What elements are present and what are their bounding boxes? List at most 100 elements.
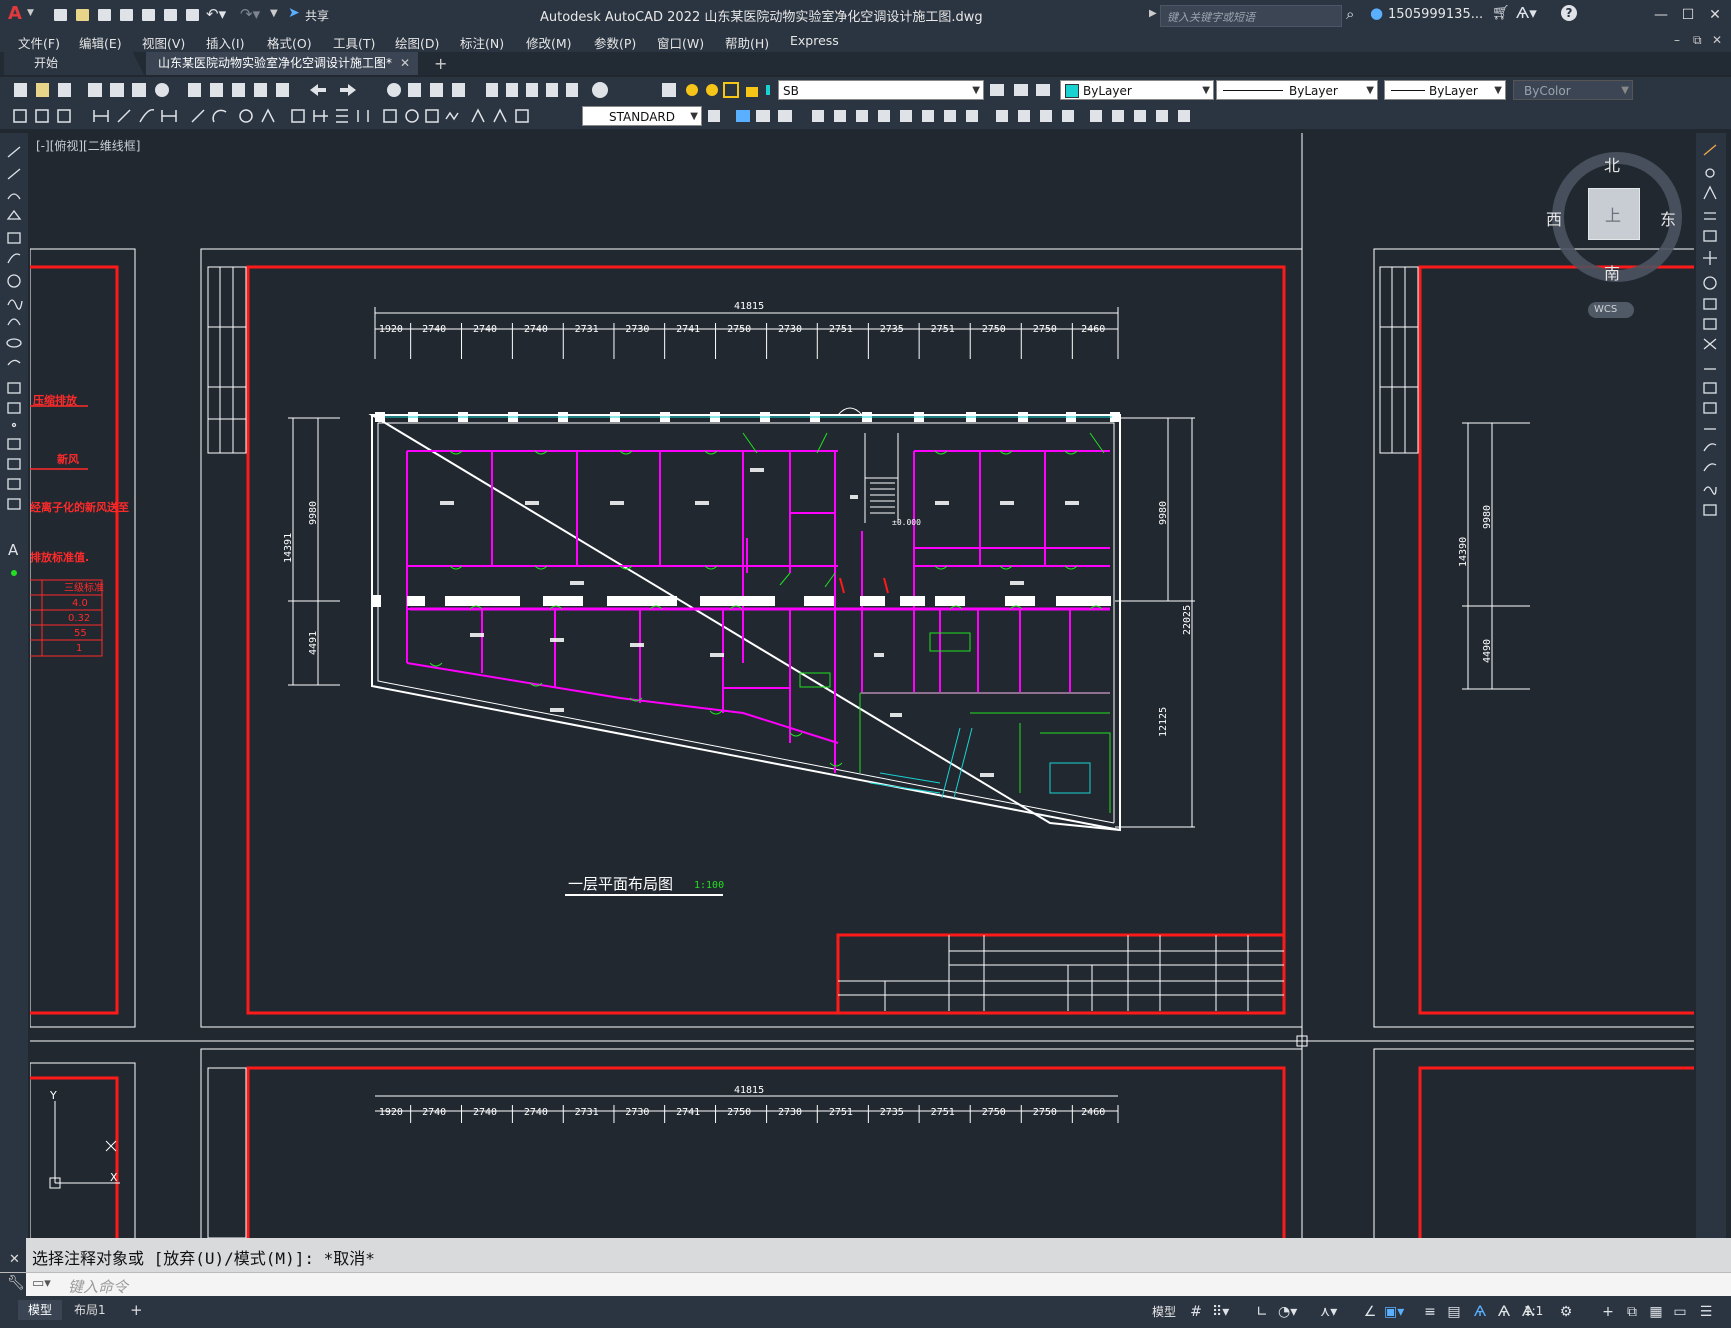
svg-text:X: X <box>110 1171 118 1184</box>
menu-format[interactable]: 格式(O) <box>267 33 312 52</box>
annotation-visibility-icon[interactable]: Ѧ <box>1472 1304 1488 1320</box>
menu-draw[interactable]: 绘图(D) <box>395 33 439 52</box>
linetype-dropdown[interactable]: ByLayer ▼ <box>1216 80 1378 100</box>
units-icon[interactable]: ⧉ <box>1624 1304 1640 1320</box>
autodesk-app-icon[interactable]: Ѧ▾ <box>1516 4 1537 22</box>
tab-model-label: 模型 <box>28 1303 53 1317</box>
plot-icon[interactable] <box>184 7 202 23</box>
modify-toolbar-icons[interactable] <box>706 107 1216 125</box>
menu-modify[interactable]: 修改(M) <box>526 33 572 52</box>
menu-parametric[interactable]: 参数(P) <box>594 33 636 52</box>
help-icon[interactable]: ? <box>1561 5 1577 21</box>
layer-state-icons[interactable] <box>984 81 1058 99</box>
save-icon[interactable] <box>96 7 114 23</box>
cart-icon[interactable]: 🛒︎ <box>1492 5 1510 21</box>
search-input[interactable]: 键入关键字或短语 <box>1160 5 1342 27</box>
menu-help[interactable]: 帮助(H) <box>725 33 769 52</box>
viewcube-north[interactable]: 北 <box>1604 152 1620 176</box>
redo-icon[interactable]: ↷▾ <box>240 5 260 23</box>
save-as-icon[interactable] <box>118 7 136 23</box>
new-file-icon[interactable] <box>52 7 70 23</box>
doc-close-button[interactable]: ✕ <box>1712 33 1722 47</box>
plotstyle-dropdown[interactable]: ByColor ▼ <box>1513 80 1633 100</box>
menu-file[interactable]: 文件(F) <box>18 33 60 52</box>
menu-view[interactable]: 视图(V) <box>142 33 185 52</box>
transparency-icon[interactable]: ▤ <box>1446 1304 1462 1320</box>
doc-minimize-button[interactable]: – <box>1674 33 1680 47</box>
model-space-button[interactable]: 模型 <box>1152 1303 1176 1320</box>
menu-window[interactable]: 窗口(W) <box>657 33 704 52</box>
menu-tools[interactable]: 工具(T) <box>333 33 375 52</box>
viewport-controls[interactable]: [-][俯视][二维线框] <box>36 137 140 154</box>
workspace-gear-icon[interactable]: ⚙ <box>1558 1304 1574 1320</box>
snap-icon[interactable]: ⠿▾ <box>1212 1304 1229 1320</box>
annotation-scale-value[interactable]: 1:1 <box>1524 1304 1543 1318</box>
tab-layout1[interactable]: 布局1 <box>64 1300 116 1320</box>
lineweight-icon[interactable]: ≡ <box>1422 1304 1438 1320</box>
open-web-icon[interactable] <box>140 7 158 23</box>
dimension-toolbar-icons[interactable] <box>10 107 575 125</box>
polar-icon[interactable]: ◔▾ <box>1278 1304 1297 1320</box>
add-tab-button[interactable]: + <box>434 52 447 75</box>
app-menu-arrow-icon[interactable]: ▼ <box>27 8 34 18</box>
close-command-icon[interactable]: ✕ <box>9 1252 20 1267</box>
textstyle-dropdown[interactable]: STANDARD ▼ <box>582 106 702 126</box>
isodraft-icon[interactable]: ⋏▾ <box>1320 1304 1337 1320</box>
maximize-button[interactable]: ☐ <box>1677 5 1699 25</box>
drawing-canvas[interactable]: .w{stroke:#ffffff;fill:none;stroke-width… <box>30 133 1694 1238</box>
draw-toolbar-icons[interactable]: A <box>0 133 28 583</box>
top-dim-5: 2730 <box>625 324 649 335</box>
menu-express[interactable]: Express <box>790 33 839 48</box>
annotation-monitor-icon[interactable]: + <box>1600 1304 1616 1320</box>
isolate-objects-icon[interactable]: ▭ <box>1672 1304 1688 1320</box>
autocad-logo[interactable]: A <box>8 3 22 24</box>
standard-toolbar-icons[interactable] <box>10 81 630 99</box>
layer-toolbar-icons[interactable] <box>660 81 770 99</box>
customize-wrench-icon[interactable]: 🔧︎ <box>7 1275 25 1291</box>
window-title: Autodesk AutoCAD 2022 山东某医院动物实验室净化空调设计施工… <box>540 10 983 25</box>
layer-dropdown[interactable]: SB ▼ <box>778 80 984 100</box>
color-dropdown[interactable]: ByLayer ▼ <box>1060 80 1214 100</box>
grid-icon[interactable]: # <box>1188 1304 1204 1320</box>
share-button[interactable]: 共享 <box>305 7 329 24</box>
viewcube-west[interactable]: 西 <box>1546 206 1562 230</box>
menu-edit[interactable]: 编辑(E) <box>79 33 122 52</box>
viewcube-south[interactable]: 南 <box>1604 260 1620 284</box>
save-web-icon[interactable] <box>162 7 180 23</box>
auto-scale-icon[interactable]: Ѧ <box>1496 1304 1512 1320</box>
search-icon[interactable]: ⌕ <box>1346 5 1354 23</box>
tab-start[interactable]: 开始 <box>4 52 144 75</box>
viewcube[interactable]: 上 北 南 西 东 <box>1546 152 1682 283</box>
customization-menu-icon[interactable]: ☰ <box>1698 1304 1714 1320</box>
lower-dim-9: 2751 <box>829 1107 853 1118</box>
color-swatch <box>1065 84 1079 98</box>
tab-model[interactable]: 模型 <box>18 1300 63 1320</box>
right-dim-lower: 12125 <box>1158 707 1169 737</box>
wcs-menu-button[interactable]: WCS <box>1588 302 1634 318</box>
ortho-icon[interactable]: ∟ <box>1254 1304 1270 1320</box>
user-name[interactable]: 1505999135... <box>1388 7 1483 22</box>
doc-restore-button[interactable]: ⧉ <box>1693 33 1702 48</box>
plotstyle-value: ByColor <box>1524 84 1571 98</box>
add-layout-button[interactable]: + <box>120 1300 153 1320</box>
tab-close-icon[interactable]: ✕ <box>400 52 410 75</box>
quick-properties-icon[interactable]: ▦ <box>1648 1304 1664 1320</box>
lineweight-dropdown[interactable]: ByLayer ▼ <box>1384 80 1506 100</box>
tab-active-drawing[interactable]: 山东某医院动物实验室净化空调设计施工图* ✕ <box>146 52 418 75</box>
modify-toolbar-icons-side[interactable] <box>1696 133 1726 533</box>
customize-arrow-icon[interactable]: ▼ <box>270 8 278 19</box>
open-file-icon[interactable] <box>74 7 92 23</box>
osnap-track-icon[interactable]: ∠ <box>1362 1304 1378 1320</box>
undo-icon[interactable]: ↶▾ <box>206 5 226 23</box>
search-expand-icon[interactable]: ▶ <box>1149 8 1157 19</box>
share-icon[interactable]: ➤ <box>288 5 300 21</box>
osnap-icon[interactable]: ▣▾ <box>1384 1304 1404 1320</box>
viewcube-east[interactable]: 东 <box>1660 206 1676 230</box>
user-icon[interactable]: ● <box>1370 4 1383 22</box>
minimize-button[interactable]: — <box>1650 5 1672 25</box>
menu-insert[interactable]: 插入(I) <box>206 33 244 52</box>
command-input[interactable]: 🔧︎ ▭▾ 键入命令 <box>0 1272 1731 1297</box>
close-button[interactable]: ✕ <box>1704 5 1726 25</box>
menu-dimension[interactable]: 标注(N) <box>460 33 504 52</box>
recent-commands-icon[interactable]: ▭▾ <box>32 1276 51 1291</box>
